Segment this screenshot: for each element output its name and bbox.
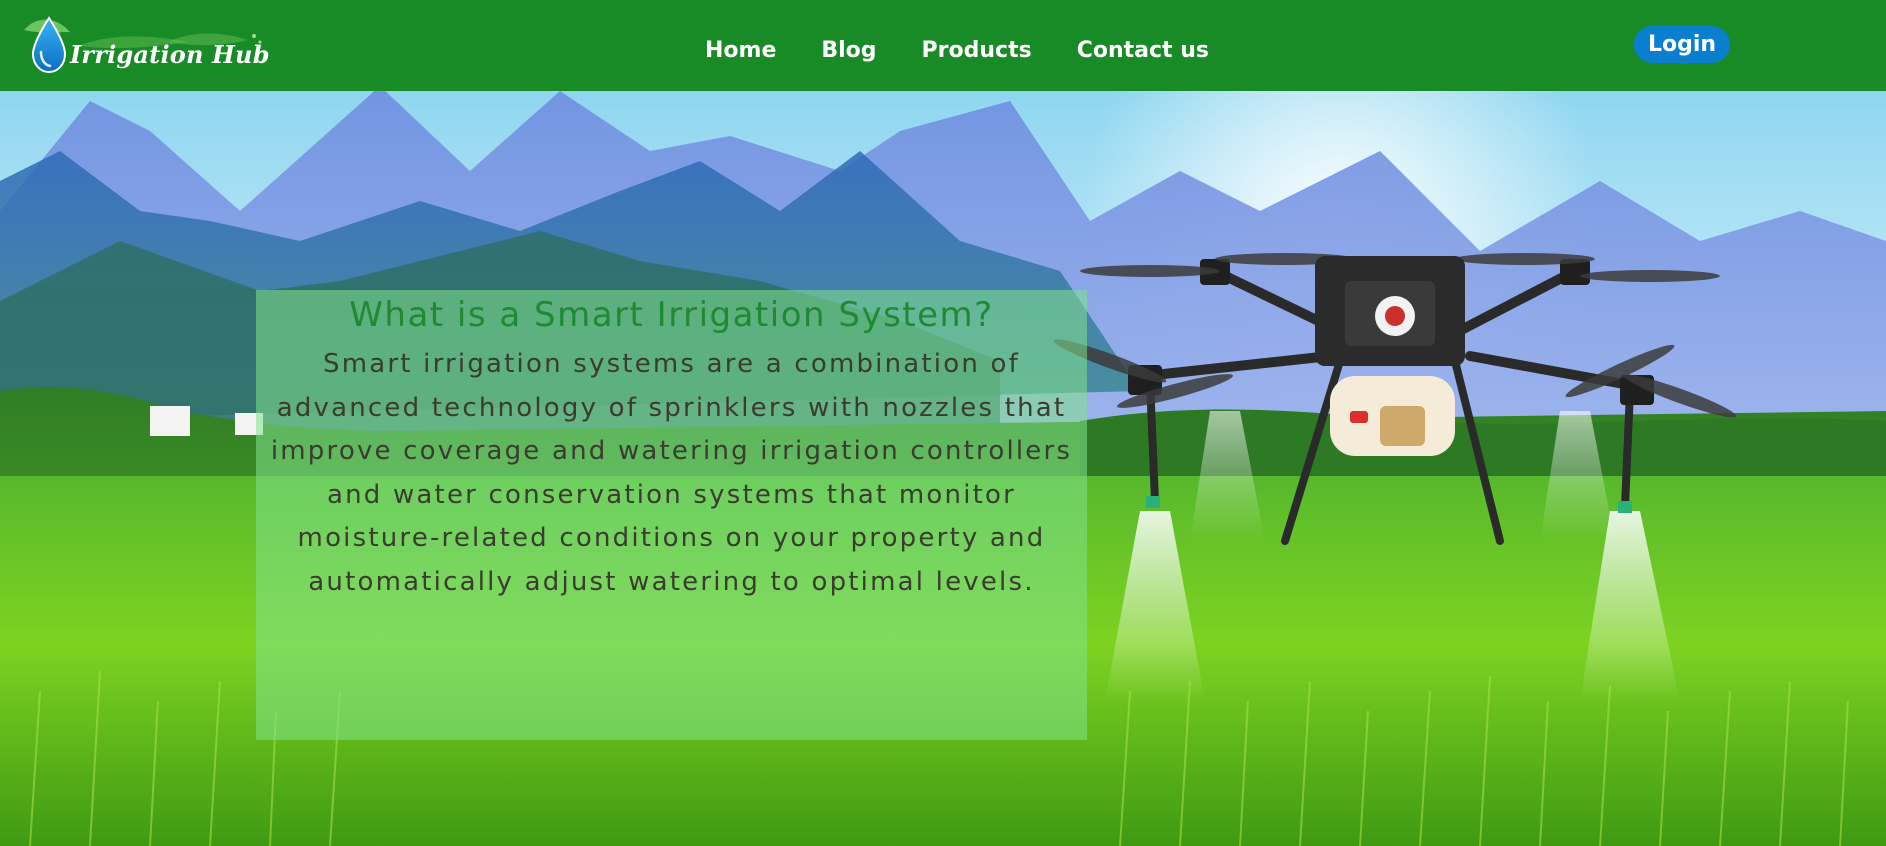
water-drop-icon: [31, 16, 67, 74]
nav-blog[interactable]: Blog: [821, 36, 876, 66]
nav-products[interactable]: Products: [922, 36, 1032, 66]
page: Irrigation Hub Home Blog Products Contac…: [0, 0, 1886, 846]
nav-contact-us[interactable]: Contact us: [1077, 36, 1209, 66]
hero-section: What is a Smart Irrigation System? Smart…: [0, 91, 1886, 846]
main-nav: Home Blog Products Contact us: [705, 36, 1209, 66]
info-card: What is a Smart Irrigation System? Smart…: [256, 290, 1087, 740]
logo-text: Irrigation Hub: [70, 40, 270, 69]
navbar: Irrigation Hub Home Blog Products Contac…: [0, 0, 1886, 91]
logo-link[interactable]: Irrigation Hub: [18, 12, 270, 78]
hero-description: Smart irrigation systems are a combinati…: [270, 349, 1073, 597]
hero-title: What is a Smart Irrigation System?: [349, 295, 994, 335]
nav-home[interactable]: Home: [705, 36, 776, 66]
login-button[interactable]: Login: [1634, 26, 1730, 63]
